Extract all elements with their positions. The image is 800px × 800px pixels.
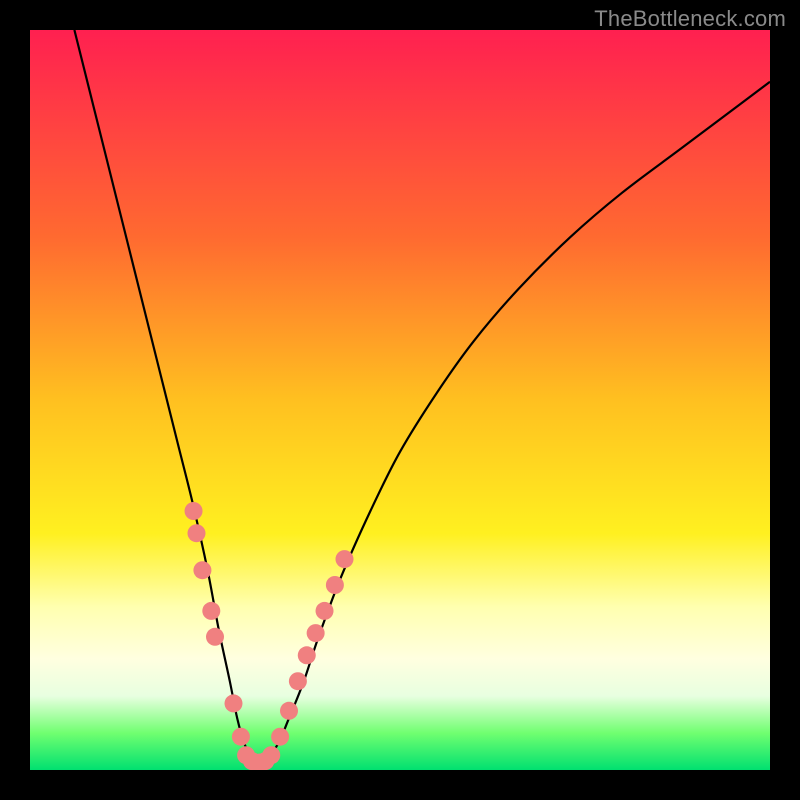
plot-area [30,30,770,770]
curve-marker [206,628,224,646]
curve-marker [326,576,344,594]
curve-marker [225,694,243,712]
curve-marker [232,728,250,746]
curve-marker [185,502,203,520]
chart-frame: TheBottleneck.com [0,0,800,800]
curve-marker [307,624,325,642]
chart-svg [30,30,770,770]
curve-marker [193,561,211,579]
curve-marker [336,550,354,568]
curve-marker [188,524,206,542]
curve-marker [298,646,316,664]
curve-markers [185,502,354,770]
curve-marker [271,728,289,746]
curve-marker [280,702,298,720]
curve-marker [316,602,334,620]
bottleneck-curve [74,30,770,763]
curve-marker [262,746,280,764]
watermark-text: TheBottleneck.com [594,6,786,32]
curve-marker [202,602,220,620]
curve-marker [289,672,307,690]
